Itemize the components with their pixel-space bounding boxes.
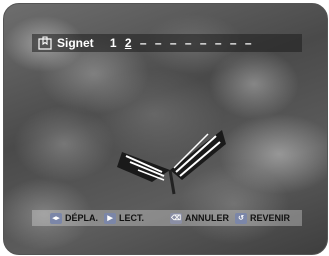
bookmark-slot-7[interactable]: – (198, 36, 209, 50)
play-label: LECT. (119, 213, 145, 223)
play-hint[interactable]: ▶ LECT. (104, 212, 145, 224)
bookmark-icon (38, 36, 52, 50)
bookmark-title: Signet (57, 36, 94, 50)
return-hint[interactable]: ↺ REVENIR (235, 212, 291, 224)
butterfly-image (117, 130, 226, 195)
bookmark-slot-10[interactable]: – (243, 36, 254, 50)
bookmark-slot-2[interactable]: 2 (123, 36, 134, 50)
help-bar: ◂▸ DÉPLA. ▶ LECT. ⌫ ANNULER ↺ REVENIR (32, 210, 302, 226)
bookmark-slot-9[interactable]: – (228, 36, 239, 50)
return-icon: ↺ (235, 212, 248, 224)
clear-icon: ⌫ (170, 212, 183, 224)
bookmark-slot-5[interactable]: – (168, 36, 179, 50)
move-label: DÉPLA. (65, 213, 99, 223)
screen: Signet 1 2 – – – – – – – – ◂▸ DÉPLA. ▶ L… (3, 3, 328, 255)
bookmark-slot-6[interactable]: – (183, 36, 194, 50)
move-arrows-icon: ◂▸ (50, 212, 62, 224)
bookmark-slot-8[interactable]: – (213, 36, 224, 50)
move-hint[interactable]: ◂▸ DÉPLA. (50, 212, 99, 224)
bookmark-slot-3[interactable]: – (138, 36, 149, 50)
return-label: REVENIR (250, 213, 291, 223)
clear-label: ANNULER (185, 213, 230, 223)
bookmark-bar: Signet 1 2 – – – – – – – – (32, 34, 302, 52)
bookmark-slot-1[interactable]: 1 (108, 36, 119, 50)
bookmark-slot-4[interactable]: – (153, 36, 164, 50)
clear-hint[interactable]: ⌫ ANNULER (170, 212, 230, 224)
play-icon: ▶ (104, 212, 117, 224)
